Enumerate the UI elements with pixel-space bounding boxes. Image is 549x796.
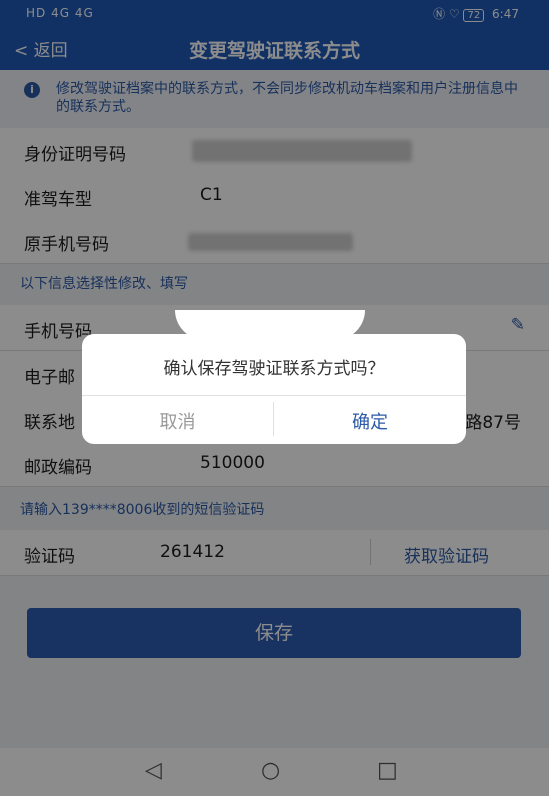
- cancel-button[interactable]: 取消: [82, 408, 273, 434]
- divider: [82, 395, 466, 396]
- dialog-message: 确认保存驾驶证联系方式吗？: [163, 359, 385, 379]
- confirm-dialog: 确认保存驾驶证联系方式吗？ 取消 确定: [82, 334, 466, 444]
- confirm-button[interactable]: 确定: [274, 408, 466, 434]
